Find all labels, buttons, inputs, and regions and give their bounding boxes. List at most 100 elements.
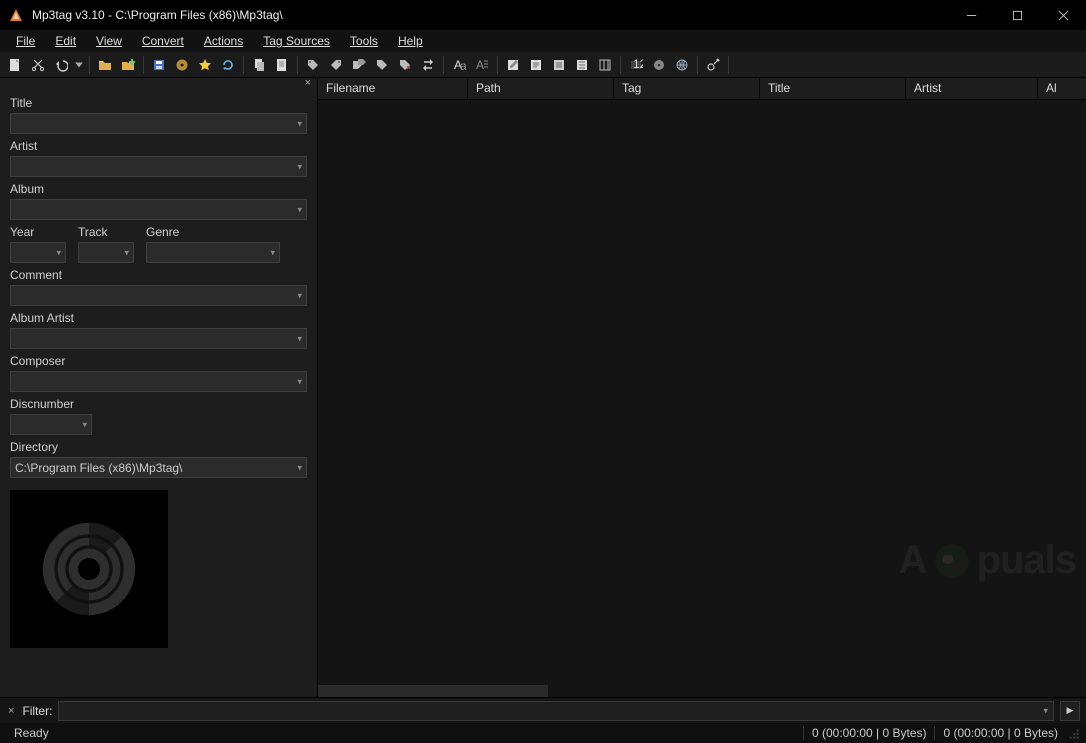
album-label: Album	[10, 182, 307, 196]
chevron-down-icon: ▾	[297, 204, 302, 215]
menu-tag-sources[interactable]: Tag Sources	[253, 32, 340, 50]
file-list-body[interactable]	[318, 100, 1086, 697]
tag-swap-icon[interactable]	[417, 54, 439, 76]
undo-dropdown-icon[interactable]	[73, 54, 85, 76]
menu-actions[interactable]: Actions	[194, 32, 253, 50]
filter-close-icon[interactable]: ×	[6, 705, 16, 717]
chevron-down-icon: ▾	[297, 290, 302, 301]
add-folder-icon[interactable]	[117, 54, 139, 76]
column-artist[interactable]: Artist	[906, 78, 1038, 99]
album-art-placeholder[interactable]	[10, 490, 168, 648]
tag-paste-icon[interactable]	[371, 54, 393, 76]
web-source-icon[interactable]	[671, 54, 693, 76]
playlist-new-icon[interactable]	[525, 54, 547, 76]
status-ready: Ready	[6, 726, 57, 740]
toolbar-separator	[443, 56, 444, 74]
chevron-down-icon: ▾	[297, 161, 302, 172]
chevron-down-icon: ▾	[297, 376, 302, 387]
album-field[interactable]: ▾	[10, 199, 307, 220]
open-folder-icon[interactable]	[94, 54, 116, 76]
status-count-total: 0 (00:00:00 | 0 Bytes)	[803, 726, 935, 740]
paste-icon[interactable]	[271, 54, 293, 76]
minimize-button[interactable]	[948, 0, 994, 30]
panel-close-icon[interactable]: ×	[0, 78, 317, 90]
toolbar-separator	[728, 56, 729, 74]
horizontal-scrollbar[interactable]	[318, 685, 548, 697]
toolbar-separator	[620, 56, 621, 74]
svg-text:12: 12	[633, 58, 643, 71]
columns-icon[interactable]	[594, 54, 616, 76]
comment-field[interactable]: ▾	[10, 285, 307, 306]
genre-field[interactable]: ▾	[146, 242, 280, 263]
close-button[interactable]	[1040, 0, 1086, 30]
chevron-down-icon: ▾	[1043, 705, 1048, 716]
svg-text:a: a	[460, 59, 466, 72]
undo-icon[interactable]	[50, 54, 72, 76]
menubar: File Edit View Convert Actions Tag Sourc…	[0, 30, 1086, 52]
chevron-down-icon: ▾	[56, 247, 61, 258]
albumartist-field[interactable]: ▾	[10, 328, 307, 349]
tag-remove-icon[interactable]	[394, 54, 416, 76]
directory-field[interactable]: C:\Program Files (x86)\Mp3tag\▾	[10, 457, 307, 478]
column-filename[interactable]: Filename	[318, 78, 468, 99]
toolbar-separator	[697, 56, 698, 74]
discnumber-field[interactable]: ▾	[10, 414, 92, 435]
playlist-icon[interactable]	[548, 54, 570, 76]
column-title[interactable]: Title	[760, 78, 906, 99]
toolbar-separator	[143, 56, 144, 74]
menu-convert[interactable]: Convert	[132, 32, 194, 50]
status-count-selected: 0 (00:00:00 | 0 Bytes)	[934, 726, 1066, 740]
composer-label: Composer	[10, 354, 307, 368]
track-field[interactable]: ▾	[78, 242, 134, 263]
actions-icon[interactable]: Aa	[448, 54, 470, 76]
chevron-down-icon: ▾	[297, 118, 302, 129]
maximize-button[interactable]	[994, 0, 1040, 30]
toolbar-separator	[89, 56, 90, 74]
tag-panel: × Title ▾ Artist ▾ Album ▾ Year ▾ Track …	[0, 78, 318, 697]
directory-label: Directory	[10, 440, 307, 454]
copy-icon[interactable]	[248, 54, 270, 76]
year-field[interactable]: ▾	[10, 242, 66, 263]
column-path[interactable]: Path	[468, 78, 614, 99]
save-icon[interactable]	[148, 54, 170, 76]
artist-field[interactable]: ▾	[10, 156, 307, 177]
menu-help[interactable]: Help	[388, 32, 433, 50]
app-icon	[8, 7, 24, 23]
column-album[interactable]: Al	[1038, 78, 1086, 99]
discnumber-label: Discnumber	[10, 397, 307, 411]
menu-file[interactable]: File	[6, 32, 45, 50]
menu-edit[interactable]: Edit	[45, 32, 86, 50]
year-label: Year	[10, 225, 66, 239]
title-field[interactable]: ▾	[10, 113, 307, 134]
cd-lookup-icon[interactable]	[648, 54, 670, 76]
filter-input[interactable]: ▾	[58, 701, 1054, 721]
title-label: Title	[10, 96, 307, 110]
disc-icon[interactable]	[171, 54, 193, 76]
toolbar-separator	[243, 56, 244, 74]
menu-tools[interactable]: Tools	[340, 32, 388, 50]
track-label: Track	[78, 225, 134, 239]
actions-quick-icon[interactable]: A	[471, 54, 493, 76]
star-icon[interactable]	[194, 54, 216, 76]
toolbar-separator	[497, 56, 498, 74]
column-headers: Filename Path Tag Title Artist Al	[318, 78, 1086, 100]
filter-go-button[interactable]: ▶	[1060, 701, 1080, 721]
comment-label: Comment	[10, 268, 307, 282]
resize-grip-icon[interactable]	[1066, 726, 1080, 740]
rename-icon[interactable]	[502, 54, 524, 76]
settings-icon[interactable]	[702, 54, 724, 76]
tag-copy-icon[interactable]	[348, 54, 370, 76]
svg-text:A: A	[476, 58, 484, 72]
filename-to-tag-icon[interactable]	[325, 54, 347, 76]
new-file-icon[interactable]	[4, 54, 26, 76]
column-tag[interactable]: Tag	[614, 78, 760, 99]
menu-view[interactable]: View	[86, 32, 132, 50]
refresh-icon[interactable]	[217, 54, 239, 76]
export-icon[interactable]	[571, 54, 593, 76]
tag-to-filename-icon[interactable]	[302, 54, 324, 76]
autonumber-icon[interactable]: 12	[625, 54, 647, 76]
file-list: Filename Path Tag Title Artist Al	[318, 78, 1086, 697]
chevron-down-icon: ▾	[124, 247, 129, 258]
composer-field[interactable]: ▾	[10, 371, 307, 392]
cut-icon[interactable]	[27, 54, 49, 76]
